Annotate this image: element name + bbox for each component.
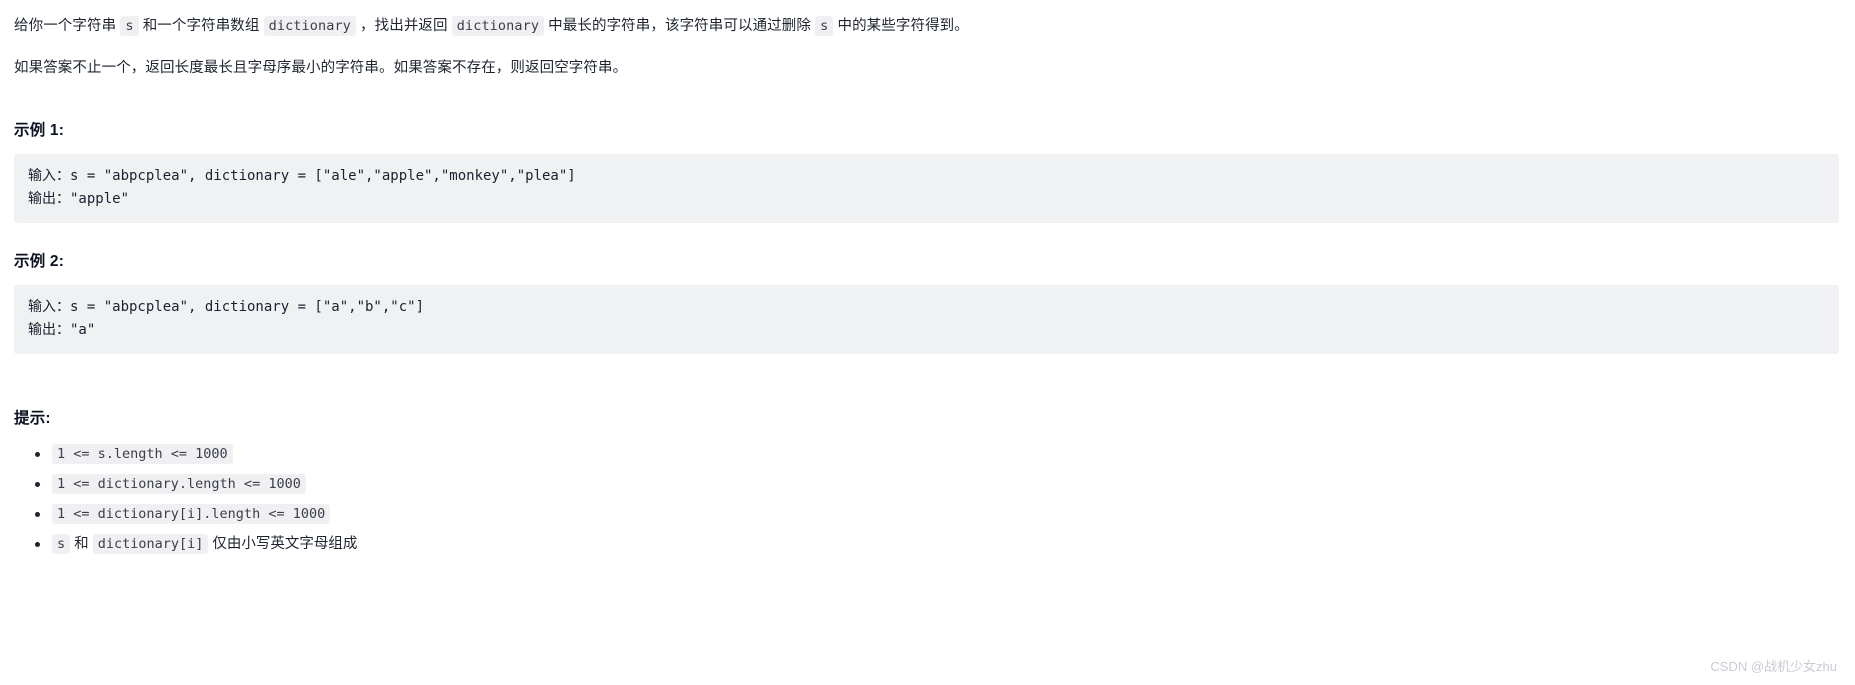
inline-code: s xyxy=(52,534,71,555)
inline-code: dictionary xyxy=(451,16,545,36)
text-run: 和一个字符串数组 xyxy=(138,18,264,34)
code-line: 输入：s = "abpcplea", dictionary = ["ale","… xyxy=(28,168,576,185)
text-run: 中的某些字符得到。 xyxy=(833,18,969,34)
text-run: ，找出并返回 xyxy=(355,18,452,34)
inline-code: s xyxy=(120,16,139,36)
text-run: 和 xyxy=(70,536,93,553)
code-line: 输入：s = "abpcplea", dictionary = ["a","b"… xyxy=(28,299,425,316)
hint-item: s 和 dictionary[i] 仅由小写英文字母组成 xyxy=(35,532,1839,557)
inline-code: s xyxy=(815,16,834,36)
problem-description-page: 给你一个字符串 s 和一个字符串数组 dictionary ，找出并返回 dic… xyxy=(0,0,1855,685)
hint-item: 1 <= dictionary[i].length <= 1000 xyxy=(35,502,1839,527)
hint-item: 1 <= dictionary.length <= 1000 xyxy=(35,472,1839,497)
inline-code: dictionary[i] xyxy=(92,534,209,555)
text-run: 如果答案不止一个，返回长度最长且字母序最小的字符串。如果答案不存在，则返回空字符… xyxy=(14,60,628,77)
hints-heading: 提示: xyxy=(14,410,51,428)
example-2-code-block: 输入：s = "abpcplea", dictionary = ["a","b"… xyxy=(14,285,1839,355)
text-run: 给你一个字符串 xyxy=(14,18,121,34)
description-paragraph-2: 如果答案不止一个，返回长度最长且字母序最小的字符串。如果答案不存在，则返回空字符… xyxy=(14,56,1839,80)
description-paragraph-1: 给你一个字符串 s 和一个字符串数组 dictionary ，找出并返回 dic… xyxy=(14,14,1839,38)
inline-code: 1 <= dictionary.length <= 1000 xyxy=(52,474,306,495)
hints-list: 1 <= s.length <= 1000 1 <= dictionary.len… xyxy=(14,442,1839,557)
text-run: 仅由小写英文字母组成 xyxy=(208,536,358,553)
watermark: CSDN @战机少女zhu xyxy=(1710,659,1837,674)
text-run: 中最长的字符串，该字符串可以通过删除 xyxy=(544,18,816,34)
example-1-heading: 示例 1: xyxy=(14,122,65,140)
example-2-heading: 示例 2: xyxy=(14,253,65,271)
code-line: 输出："a" xyxy=(28,322,96,339)
inline-code: 1 <= dictionary[i].length <= 1000 xyxy=(52,504,331,525)
example-1-code-block: 输入：s = "abpcplea", dictionary = ["ale","… xyxy=(14,154,1839,224)
hint-item: 1 <= s.length <= 1000 xyxy=(35,442,1839,467)
inline-code: 1 <= s.length <= 1000 xyxy=(52,444,233,465)
inline-code: dictionary xyxy=(263,16,356,36)
content-area: 给你一个字符串 s 和一个字符串数组 dictionary ，找出并返回 dic… xyxy=(0,0,1855,557)
code-line: 输出："apple" xyxy=(28,191,130,208)
